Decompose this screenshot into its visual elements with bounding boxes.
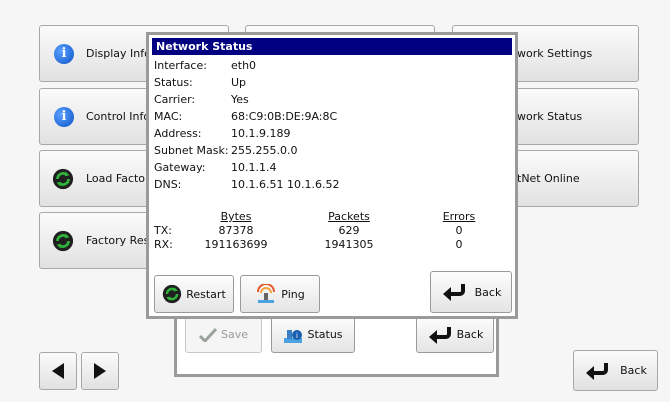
refresh-icon bbox=[52, 230, 74, 251]
next-page-button[interactable] bbox=[81, 352, 119, 390]
field-label: Gateway: bbox=[154, 161, 206, 174]
field-value: 255.255.0.0 bbox=[231, 144, 298, 157]
load-factory-label: Load Factor bbox=[86, 172, 150, 185]
network-status-dialog: Network Status Interface: eth0 Status: U… bbox=[146, 32, 518, 319]
display-info-label: Display Infor bbox=[86, 47, 156, 60]
network-settings-label: work Settings bbox=[517, 47, 593, 60]
back-button[interactable]: Back bbox=[430, 271, 512, 313]
tx-packets: 629 bbox=[338, 224, 360, 237]
info-icon: i bbox=[54, 43, 74, 64]
errors-header: Errors bbox=[442, 210, 476, 223]
rx-bytes: 191163699 bbox=[204, 238, 268, 251]
network-status-label: work Status bbox=[517, 110, 583, 123]
checkmark-icon bbox=[198, 327, 217, 342]
back-arrow-icon bbox=[442, 284, 465, 301]
bytes-header: Bytes bbox=[220, 210, 252, 223]
prev-page-button[interactable] bbox=[39, 352, 77, 390]
status-icon: i bbox=[284, 329, 303, 343]
field-label: Carrier: bbox=[154, 93, 196, 106]
back-arrow-icon bbox=[428, 326, 451, 344]
save-label: Save bbox=[220, 328, 248, 341]
page-back-button[interactable]: Back bbox=[573, 350, 658, 391]
back-label: Back bbox=[474, 285, 502, 299]
ping-icon bbox=[257, 284, 276, 303]
status-button[interactable]: i Status bbox=[271, 316, 355, 353]
page-back-label: Back bbox=[620, 364, 647, 377]
packets-header: Packets bbox=[328, 210, 370, 223]
info-icon: i bbox=[54, 106, 74, 127]
field-value: 10.1.9.189 bbox=[231, 127, 291, 140]
save-button[interactable]: Save bbox=[185, 316, 262, 353]
rx-packets: 1941305 bbox=[324, 238, 374, 251]
field-label: Interface: bbox=[154, 59, 207, 72]
factory-reset-label: Factory Res bbox=[86, 234, 150, 247]
restart-button[interactable]: Restart bbox=[154, 275, 234, 313]
field-label: DNS: bbox=[154, 178, 182, 191]
arrow-left-icon bbox=[52, 363, 64, 379]
field-value: 10.1.1.4 bbox=[231, 161, 277, 174]
tx-bytes: 87378 bbox=[218, 224, 254, 237]
status-label: Status bbox=[307, 328, 343, 341]
rx-errors: 0 bbox=[455, 238, 463, 251]
field-label: Subnet Mask: bbox=[154, 144, 229, 157]
ping-button[interactable]: Ping bbox=[240, 275, 320, 313]
tx-errors: 0 bbox=[455, 224, 463, 237]
field-label: MAC: bbox=[154, 110, 183, 123]
field-value: 68:C9:0B:DE:9A:8C bbox=[231, 110, 338, 123]
arrow-right-icon bbox=[94, 363, 106, 379]
field-label: Address: bbox=[154, 127, 202, 140]
dialog-title: Network Status bbox=[152, 38, 512, 55]
refresh-icon bbox=[52, 168, 74, 189]
tx-label: TX: bbox=[154, 224, 172, 237]
control-info-label: Control Infor bbox=[86, 110, 155, 123]
field-value: Yes bbox=[231, 93, 249, 106]
outer-back-button[interactable]: Back bbox=[416, 316, 494, 353]
refresh-icon bbox=[163, 284, 182, 304]
outer-dialog: Save i Status Back bbox=[174, 312, 499, 377]
field-value: 10.1.6.51 10.1.6.52 bbox=[231, 178, 340, 191]
svg-text:i: i bbox=[296, 332, 298, 340]
rx-label: RX: bbox=[154, 238, 173, 251]
field-value: eth0 bbox=[231, 59, 257, 72]
ping-label: Ping bbox=[281, 287, 305, 301]
restart-label: Restart bbox=[186, 287, 226, 301]
netnet-online-label: tNet Online bbox=[517, 172, 580, 185]
outer-back-label: Back bbox=[456, 328, 484, 341]
field-value: Up bbox=[231, 76, 247, 89]
field-label: Status: bbox=[154, 76, 193, 89]
back-arrow-icon bbox=[586, 362, 609, 380]
